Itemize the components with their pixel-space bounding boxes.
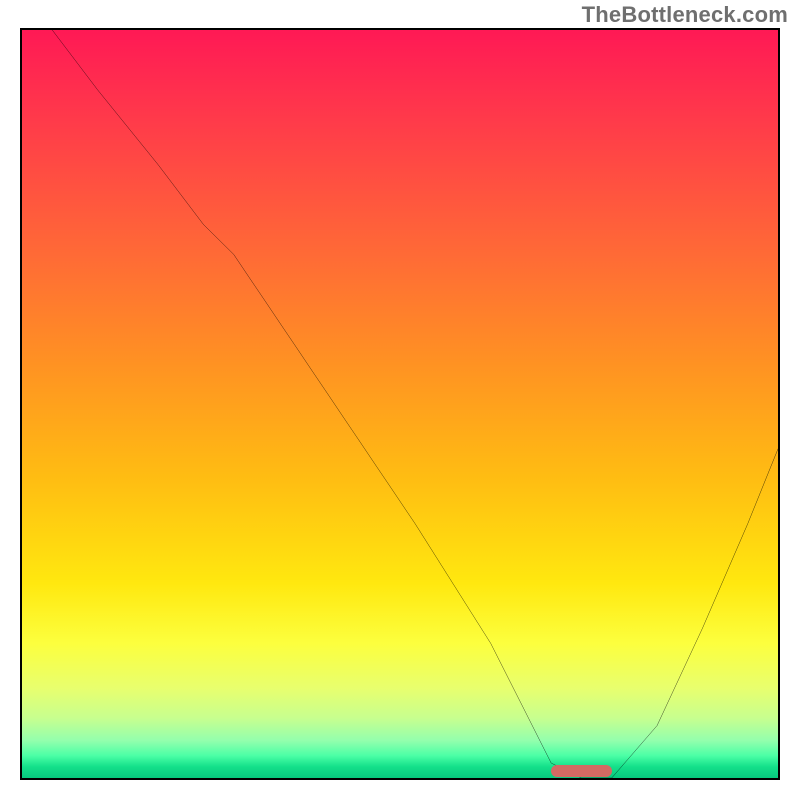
optimal-range-marker (551, 765, 611, 777)
bottleneck-curve (22, 30, 778, 778)
chart-container: TheBottleneck.com (0, 0, 800, 800)
plot-area (20, 28, 780, 780)
watermark-text: TheBottleneck.com (582, 2, 788, 28)
